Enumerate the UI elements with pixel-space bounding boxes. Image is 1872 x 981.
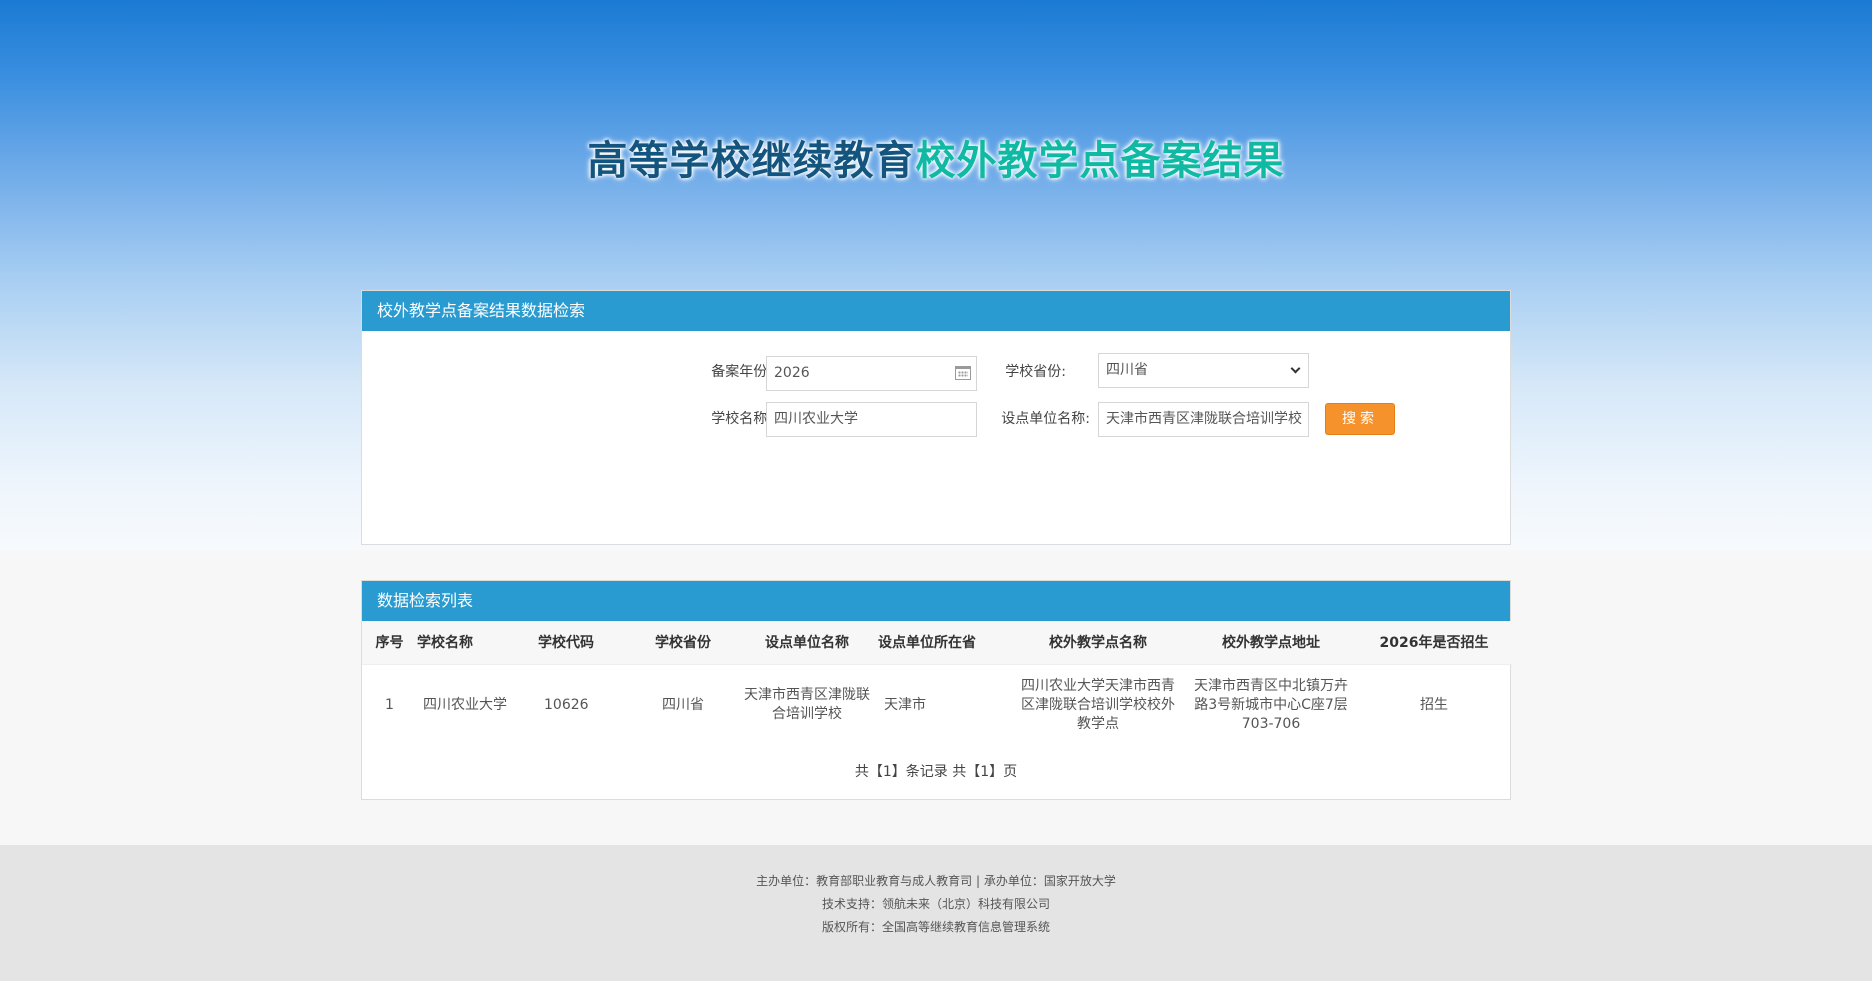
- unit-label: 设点单位名称:: [1001, 411, 1090, 427]
- table-cell: 四川省: [662, 696, 704, 713]
- list-panel-header: 数据检索列表: [362, 581, 1510, 621]
- province-value: 四川省: [1106, 362, 1148, 378]
- column-header: 校外教学点地址: [1186, 621, 1356, 665]
- pagination-summary: 共【1】条记录 共【1】页: [854, 764, 1018, 780]
- footer-line-support: 技术支持：领航未来（北京）科技有限公司: [821, 897, 1050, 911]
- school-label: 学校名称:: [711, 411, 772, 427]
- search-panel-header: 校外教学点备案结果数据检索: [362, 291, 1510, 331]
- table-cell: 天津市西青区中北镇万卉路3号新城市中心C座7层703-706: [1194, 677, 1348, 732]
- footer-line-sponsor: 主办单位：教育部职业教育与成人教育司 | 承办单位：国家开放大学: [756, 874, 1116, 888]
- table-cell: 天津市: [884, 696, 926, 713]
- banner-title-part2: 校外教学点备案结果: [915, 138, 1285, 184]
- province-select[interactable]: 四川省: [1098, 353, 1309, 388]
- column-header: 序号: [362, 621, 417, 665]
- school-input[interactable]: 四川农业大学: [766, 402, 977, 437]
- table-cell: 四川农业大学: [423, 696, 507, 713]
- results-table: 序号 学校名称 学校代码 学校省份 设点单位名称 设点单位所在省 校外教学点名称…: [362, 621, 1512, 746]
- footer-line-copyright: 版权所有：全国高等继续教育信息管理系统: [821, 920, 1050, 934]
- footer: 主办单位：教育部职业教育与成人教育司 | 承办单位：国家开放大学 技术支持：领航…: [0, 845, 1872, 981]
- table-cell: 10626: [544, 696, 589, 713]
- unit-value: 天津市西青区津陇联合培训学校: [1106, 411, 1302, 427]
- list-panel: 数据检索列表 序号 学校名称 学校代码 学校省份 设点单位名称 设点单位所在省 …: [361, 580, 1512, 800]
- banner-title: 高等学校继续教育校外教学点备案结果: [0, 128, 1872, 186]
- column-header: 2026年是否招生: [1356, 621, 1512, 665]
- unit-input[interactable]: 天津市西青区津陇联合培训学校: [1098, 402, 1309, 437]
- column-header: 学校名称: [417, 621, 538, 665]
- table-cell: 天津市西青区津陇联合培训学校: [744, 687, 870, 723]
- table-header-row: 序号 学校名称 学校代码 学校省份 设点单位名称 设点单位所在省 校外教学点名称…: [362, 621, 1512, 665]
- table-cell: 招生: [1420, 696, 1448, 713]
- table-cell: 四川农业大学天津市西青区津陇联合培训学校校外教学点: [1021, 677, 1175, 732]
- year-input[interactable]: 2026: [766, 356, 977, 391]
- year-value: 2026: [774, 365, 810, 381]
- school-value: 四川农业大学: [774, 411, 858, 427]
- column-header: 设点单位所在省: [878, 621, 1010, 665]
- table-row: 1 四川农业大学 10626 四川省 天津市西青区津陇联合培训学校 天津市 四川…: [362, 664, 1512, 746]
- column-header: 校外教学点名称: [1010, 621, 1186, 665]
- column-header: 设点单位名称: [736, 621, 878, 665]
- search-button[interactable]: 搜索: [1325, 403, 1395, 435]
- banner-title-part1: 高等学校继续教育: [587, 138, 916, 184]
- year-label: 备案年份:: [711, 364, 772, 380]
- province-label: 学校省份:: [1005, 364, 1066, 380]
- chevron-down-icon: [1290, 363, 1301, 374]
- column-header: 学校省份: [630, 621, 736, 665]
- column-header: 学校代码: [538, 621, 630, 665]
- table-cell: 1: [385, 696, 394, 713]
- search-panel: 校外教学点备案结果数据检索 备案年份: 2026 学校省份: 四川省 学校名称:…: [361, 290, 1511, 545]
